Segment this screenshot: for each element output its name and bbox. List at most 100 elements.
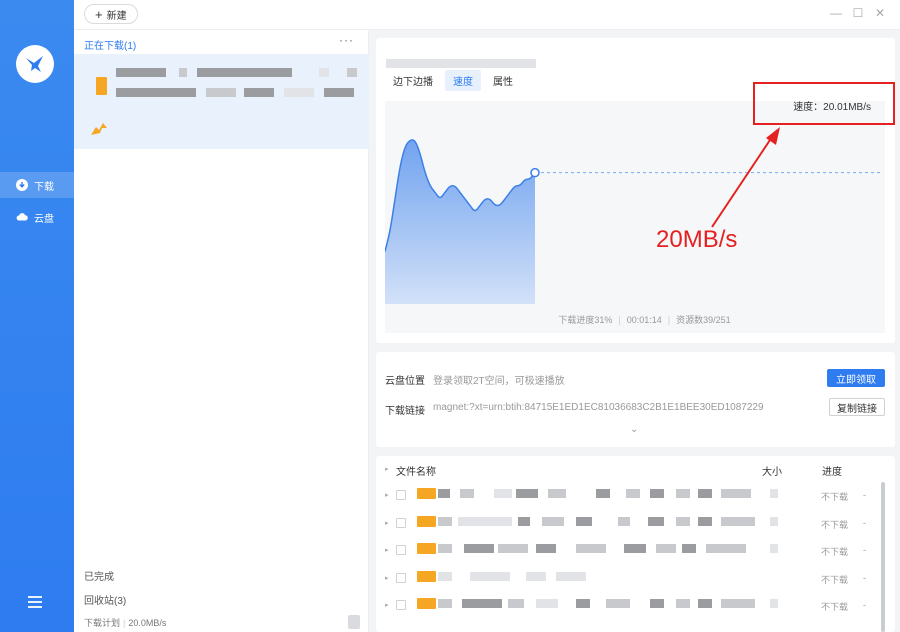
file-row[interactable]: ▸ 不下载 -: [376, 565, 895, 592]
file-icon: [417, 598, 436, 609]
obscured-text: [526, 571, 546, 581]
obscured-text: [770, 599, 778, 608]
file-checkbox[interactable]: [396, 600, 406, 610]
file-progress: -: [863, 572, 866, 583]
file-icon: [417, 515, 436, 527]
obscured-text: [116, 68, 166, 77]
obscured-text: [324, 88, 354, 97]
cloud-location-value[interactable]: 登录领取2T空间，可极速播放: [433, 372, 565, 387]
task-item[interactable]: [74, 54, 369, 149]
download-link-row: 下载链接 magnet:?xt=urn:btih:84715E1ED1EC810…: [385, 402, 764, 417]
expand-arrow-icon[interactable]: ▸: [385, 546, 389, 554]
cloud-icon: [16, 213, 28, 221]
file-row[interactable]: ▸ 不下载 -: [376, 592, 895, 619]
download-plan[interactable]: 下载计划 | 20.0MB/s: [84, 616, 166, 629]
file-status: 不下载: [821, 602, 849, 612]
speed-chart-svg: [384, 139, 883, 304]
file-row[interactable]: ▸ 不下载 -: [376, 482, 895, 509]
file-checkbox[interactable]: [396, 545, 406, 555]
obscured-text: [518, 516, 530, 526]
expand-arrow-icon[interactable]: ▸: [385, 574, 389, 582]
obscured-text: [650, 599, 664, 608]
expand-arrow-icon[interactable]: ▸: [385, 601, 389, 609]
obscured-text: [676, 516, 690, 526]
maximize-icon[interactable]: ☐: [851, 6, 865, 20]
tab-properties[interactable]: 属性: [485, 70, 521, 91]
obscured-text: [438, 516, 452, 526]
obscured-title: [386, 59, 536, 68]
annotation-box: [753, 82, 895, 125]
sidebar-item-download[interactable]: 下载: [0, 172, 74, 198]
file-icon: [417, 570, 436, 582]
obscured-text: [721, 489, 751, 498]
bird-logo-icon: [26, 56, 43, 72]
progress-text: 下载进度31%: [558, 315, 613, 325]
obscured-text: [438, 599, 452, 608]
file-icon: [417, 543, 436, 554]
recycle-link[interactable]: 回收站(3): [84, 592, 126, 607]
menu-icon[interactable]: [28, 596, 42, 608]
file-progress: -: [863, 517, 866, 528]
obscured-text: [576, 516, 592, 526]
obscured-text: [438, 489, 450, 498]
file-checkbox[interactable]: [396, 572, 406, 583]
obscured-text: [206, 88, 236, 97]
minimize-icon[interactable]: —: [829, 6, 843, 20]
obscured-text: [347, 68, 357, 77]
obscured-text: [438, 571, 452, 581]
obscured-text: [536, 599, 558, 608]
sidebar-item-cloud[interactable]: 云盘: [0, 204, 74, 230]
plan-label: 下载计划: [84, 618, 121, 628]
file-row[interactable]: ▸ 不下载 -: [376, 537, 895, 564]
obscured-text: [706, 544, 746, 553]
file-checkbox[interactable]: [396, 490, 406, 500]
obscured-text: [179, 68, 187, 77]
obscured-text: [650, 489, 664, 498]
obscured-text: [721, 516, 755, 526]
top-bar: + 新建 — ☐ ✕: [74, 0, 900, 30]
scrollbar[interactable]: [881, 482, 885, 632]
obscured-text: [624, 544, 646, 553]
info-card: 云盘位置 登录领取2T空间，可极速播放 立即领取 下载链接 magnet:?xt…: [376, 352, 895, 447]
claim-now-button[interactable]: 立即领取: [827, 369, 885, 387]
lock-icon[interactable]: [348, 615, 360, 629]
plan-value: 20.0MB/s: [128, 618, 167, 628]
col-size-header[interactable]: 大小: [762, 463, 782, 478]
speed-chart: 下载进度31% | 00:01:14 | 资源数39/251: [384, 101, 885, 333]
completed-link[interactable]: 已完成: [84, 568, 114, 583]
obscured-text: [462, 599, 502, 608]
expand-arrow-icon[interactable]: ▸: [385, 519, 389, 527]
download-link-value[interactable]: magnet:?xt=urn:btih:84715E1ED1EC81036683…: [433, 402, 764, 417]
plus-icon: +: [95, 6, 103, 22]
sidebar-item-label: 下载: [34, 181, 54, 193]
expand-all-icon[interactable]: ▸: [385, 465, 389, 473]
obscured-text: [556, 571, 586, 581]
close-icon[interactable]: ✕: [873, 6, 887, 20]
cloud-location-key: 云盘位置: [385, 376, 425, 387]
speed-card: 边下边播 速度 属性 下载进度31% | 00:01:14 | 资源数39/251 速度…: [376, 38, 895, 343]
tab-play-while-downloading[interactable]: 边下边播: [385, 70, 441, 91]
obscured-text: [494, 489, 512, 498]
new-task-button[interactable]: + 新建: [84, 4, 138, 24]
file-row[interactable]: ▸ 不下载 -: [376, 510, 895, 537]
obscured-text: [438, 544, 452, 553]
obscured-text: [721, 599, 755, 608]
chevron-down-icon[interactable]: ⌄: [630, 424, 638, 435]
obscured-text: [284, 88, 314, 97]
obscured-text: [676, 599, 690, 608]
obscured-text: [770, 516, 778, 526]
obscured-text: [319, 68, 329, 77]
obscured-text: [626, 489, 640, 498]
file-checkbox[interactable]: [396, 517, 406, 528]
col-name-header[interactable]: 文件名称: [396, 463, 436, 478]
more-icon[interactable]: ···: [339, 33, 354, 47]
col-progress-header[interactable]: 进度: [822, 463, 842, 478]
tab-speed[interactable]: 速度: [445, 70, 481, 91]
downloading-section-title[interactable]: 正在下载(1): [84, 37, 136, 52]
copy-link-button[interactable]: 复制链接: [829, 398, 885, 416]
file-status: 不下载: [821, 492, 849, 502]
speed-area: [385, 139, 535, 304]
obscured-text: [698, 516, 712, 526]
obscured-text: [648, 516, 664, 526]
expand-arrow-icon[interactable]: ▸: [385, 491, 389, 499]
